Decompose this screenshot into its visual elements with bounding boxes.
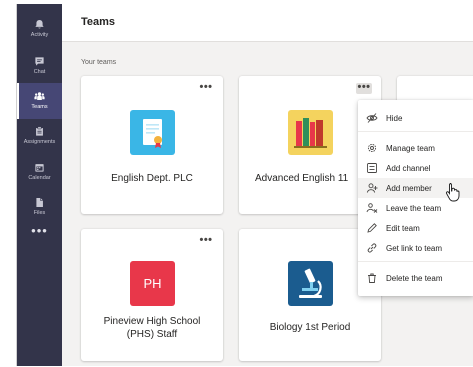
team-name-line-2: (PHS) Staff <box>126 329 178 340</box>
rail-item-calendar[interactable]: Calendar <box>17 154 62 190</box>
app-rail: Activity Chat Teams Assignments Calendar <box>17 4 62 366</box>
menu-label: Manage team <box>386 143 435 153</box>
page-title: Teams <box>81 16 116 28</box>
rail-label-files: Files <box>33 210 46 217</box>
rail-label-activity: Activity <box>30 32 49 39</box>
menu-label: Delete the team <box>386 273 443 283</box>
trash-icon <box>366 272 378 284</box>
team-more-options-button[interactable]: ••• <box>198 82 214 94</box>
leave-icon <box>366 202 378 214</box>
team-card-pineview-staff[interactable]: ••• PH Pineview High School (PHS) Staff <box>81 229 223 361</box>
menu-item-delete-team[interactable]: Delete the team <box>358 268 473 288</box>
add-member-icon <box>366 182 378 194</box>
menu-label: Get link to team <box>386 243 443 253</box>
team-avatar <box>130 110 175 155</box>
menu-label: Hide <box>386 113 403 123</box>
menu-divider <box>358 261 473 262</box>
teams-icon <box>34 91 45 102</box>
rail-label-calendar: Calendar <box>28 175 51 182</box>
add-channel-icon <box>366 162 378 174</box>
team-name: Advanced English 11 <box>255 173 349 184</box>
team-more-options-button-active[interactable]: ••• <box>356 82 372 94</box>
menu-item-get-link[interactable]: Get link to team <box>358 238 473 258</box>
rail-label-chat: Chat <box>33 69 46 76</box>
team-name: Biology 1st Period <box>269 322 351 333</box>
menu-label: Add member <box>386 183 432 193</box>
menu-item-add-channel[interactable]: Add channel <box>358 158 473 178</box>
calendar-icon <box>34 162 45 173</box>
assignments-icon <box>34 126 45 137</box>
rail-item-assignments[interactable]: Assignments <box>17 118 62 154</box>
section-label-your-teams: Your teams <box>81 59 117 66</box>
microscope-icon <box>288 261 333 306</box>
pencil-icon <box>366 222 378 234</box>
menu-label: Add channel <box>386 163 431 173</box>
rail-label-teams: Teams <box>31 104 48 111</box>
menu-item-hide[interactable]: Hide <box>358 108 473 128</box>
team-name-line-1: Pineview High School <box>103 316 201 327</box>
rail-item-files[interactable]: Files <box>17 189 62 225</box>
books-icon <box>288 110 333 155</box>
chat-icon <box>34 56 45 67</box>
page-header: Teams <box>62 4 473 42</box>
bell-icon <box>34 19 45 30</box>
hand-cursor-icon <box>445 183 460 202</box>
team-more-options-button[interactable]: ••• <box>198 235 214 247</box>
team-avatar <box>288 110 333 155</box>
files-icon <box>34 197 45 208</box>
menu-item-manage-team[interactable]: Manage team <box>358 138 473 158</box>
menu-label: Edit team <box>386 223 420 233</box>
document-certificate-icon <box>130 110 175 155</box>
gear-icon <box>366 142 378 154</box>
hide-icon <box>366 112 378 124</box>
menu-item-edit-team[interactable]: Edit team <box>358 218 473 238</box>
rail-item-chat[interactable]: Chat <box>17 48 62 84</box>
rail-item-activity[interactable]: Activity <box>17 11 62 47</box>
teams-app-window: Activity Chat Teams Assignments Calendar <box>16 4 473 366</box>
rail-item-teams[interactable]: Teams <box>17 83 62 119</box>
rail-label-assignments: Assignments <box>23 139 56 146</box>
menu-divider <box>358 131 473 132</box>
link-icon <box>366 242 378 254</box>
team-avatar <box>288 261 333 306</box>
team-initials: PH <box>143 276 162 291</box>
more-apps-button[interactable]: ••• <box>17 224 62 237</box>
menu-label: Leave the team <box>386 203 442 213</box>
team-card-english-dept[interactable]: ••• English Dept. PLC <box>81 76 223 214</box>
team-name: English Dept. PLC <box>111 173 193 184</box>
team-avatar: PH <box>130 261 175 306</box>
